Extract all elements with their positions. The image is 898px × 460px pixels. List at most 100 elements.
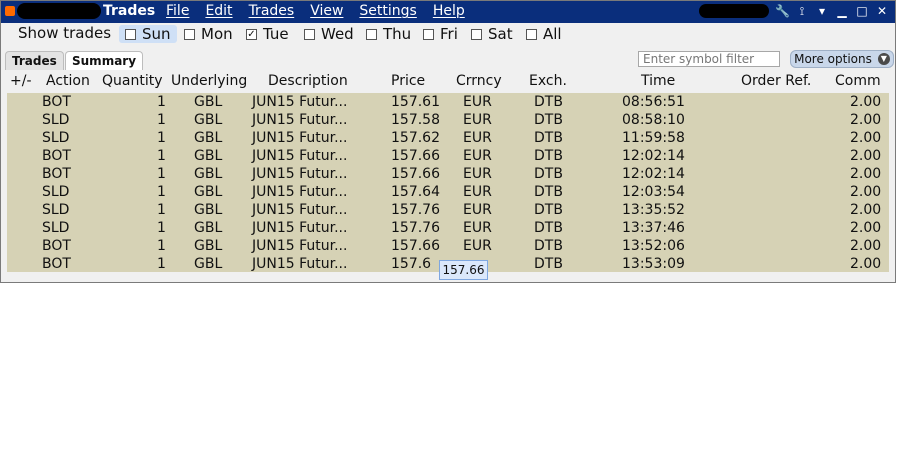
table-row[interactable]: SLD 1 GBL JUN15 Futur... 157.76 EUR DTB … (7, 219, 889, 237)
header-order-ref[interactable]: Order Ref. (741, 73, 811, 89)
table-row[interactable]: SLD 1 GBL JUN15 Futur... 157.64 EUR DTB … (7, 183, 889, 201)
cell-action: BOT (42, 256, 71, 272)
menu-file[interactable]: File (166, 3, 189, 19)
header-underlying[interactable]: Underlying (171, 73, 247, 89)
table-row[interactable]: SLD 1 GBL JUN15 Futur... 157.62 EUR DTB … (7, 129, 889, 147)
table-row[interactable]: SLD 1 GBL JUN15 Futur... 157.76 EUR DTB … (7, 201, 889, 219)
pin-icon[interactable]: ⟟ (795, 4, 809, 18)
table-row[interactable]: BOT 1 GBL JUN15 Futur... 157.61 EUR DTB … (7, 93, 889, 111)
menu-view[interactable]: View (310, 3, 343, 19)
cell-action: SLD (42, 184, 70, 200)
cell-underlying: GBL (194, 202, 223, 218)
cell-underlying: GBL (194, 112, 223, 128)
trades-window: Trades File Edit Trades View Settings He… (0, 0, 896, 283)
wrench-icon[interactable]: 🔧 (775, 4, 790, 18)
menu-help[interactable]: Help (433, 3, 465, 19)
cell-description: JUN15 Futur... (252, 112, 348, 128)
day-sun-option[interactable]: Sun (119, 25, 177, 43)
cell-time: 12:02:14 (622, 148, 685, 164)
day-tue-option[interactable]: ✓ Tue (246, 25, 289, 43)
more-options-button[interactable]: More options ▼ (790, 50, 894, 68)
day-all-option[interactable]: All (526, 25, 562, 43)
sat-checkbox[interactable] (471, 28, 482, 40)
cell-description: JUN15 Futur... (252, 94, 348, 110)
cell-exchange: DTB (534, 130, 563, 146)
dropdown-icon[interactable]: ▾ (815, 4, 829, 18)
cell-exchange: DTB (534, 184, 563, 200)
mon-checkbox[interactable] (184, 28, 195, 40)
more-options-label: More options (794, 52, 872, 66)
header-price[interactable]: Price (391, 73, 425, 89)
fri-checkbox[interactable] (423, 28, 434, 40)
cell-price: 157.62 (391, 130, 440, 146)
all-checkbox[interactable] (526, 28, 537, 40)
cell-comm: 2.00 (850, 94, 882, 110)
header-time[interactable]: Time (641, 73, 675, 89)
header-currency[interactable]: Crrncy (456, 73, 502, 89)
maximize-icon[interactable]: □ (855, 4, 869, 18)
cell-price: 157.64 (391, 184, 440, 200)
header-comm[interactable]: Comm (835, 73, 881, 89)
sun-checkbox[interactable] (125, 28, 136, 40)
day-mon-option[interactable]: Mon (184, 25, 233, 43)
header-quantity[interactable]: Quantity (102, 73, 163, 89)
cell-quantity: 1 (157, 184, 166, 200)
day-sat-option[interactable]: Sat (471, 25, 513, 43)
trades-table: BOT 1 GBL JUN15 Futur... 157.61 EUR DTB … (7, 93, 889, 272)
table-row[interactable]: BOT 1 GBL JUN15 Futur... 157.66 EUR DTB … (7, 165, 889, 183)
menu-bar: File Edit Trades View Settings Help (166, 3, 465, 19)
tue-label: Tue (263, 25, 289, 43)
table-row[interactable]: BOT 1 GBL JUN15 Futur... 157.66 EUR DTB … (7, 237, 889, 255)
header-action[interactable]: Action (46, 73, 90, 89)
cell-currency: EUR (463, 94, 492, 110)
table-row[interactable]: BOT 1 GBL JUN15 Futur... 157.66 EUR DTB … (7, 147, 889, 165)
menu-settings[interactable]: Settings (359, 3, 416, 19)
close-icon[interactable]: ✕ (875, 4, 889, 18)
cell-time: 13:37:46 (622, 220, 685, 236)
cell-description: JUN15 Futur... (252, 220, 348, 236)
cell-time: 11:59:58 (622, 130, 685, 146)
day-wed-option[interactable]: Wed (304, 25, 354, 43)
header-exchange[interactable]: Exch. (529, 73, 567, 89)
tab-summary[interactable]: Summary (65, 51, 144, 70)
cell-underlying: GBL (194, 94, 223, 110)
tue-checkbox[interactable]: ✓ (246, 28, 257, 40)
cell-price: 157.76 (391, 220, 440, 236)
thu-checkbox[interactable] (366, 28, 377, 40)
cell-exchange: DTB (534, 202, 563, 218)
minimize-icon[interactable]: ▁ (835, 4, 849, 18)
wed-checkbox[interactable] (304, 28, 315, 40)
menu-trades[interactable]: Trades (249, 3, 295, 19)
cell-description: JUN15 Futur... (252, 238, 348, 254)
cell-description: JUN15 Futur... (252, 202, 348, 218)
day-thu-option[interactable]: Thu (366, 25, 411, 43)
cell-underlying: GBL (194, 184, 223, 200)
day-fri-option[interactable]: Fri (423, 25, 458, 43)
cell-action: BOT (42, 94, 71, 110)
menu-edit[interactable]: Edit (205, 3, 232, 19)
cell-underlying: GBL (194, 166, 223, 182)
tab-trades[interactable]: Trades (5, 51, 64, 70)
cell-time: 08:56:51 (622, 94, 685, 110)
header-description[interactable]: Description (268, 73, 348, 89)
cell-action: BOT (42, 148, 71, 164)
cell-currency: EUR (463, 202, 492, 218)
cell-comm: 2.00 (850, 220, 882, 236)
header-plus-minus[interactable]: +/- (10, 73, 32, 89)
title-left: Trades (5, 3, 155, 19)
cell-comm: 2.00 (850, 202, 882, 218)
cell-quantity: 1 (157, 148, 166, 164)
sat-label: Sat (488, 25, 513, 43)
symbol-filter-input[interactable] (638, 51, 780, 67)
table-row[interactable]: SLD 1 GBL JUN15 Futur... 157.58 EUR DTB … (7, 111, 889, 129)
cell-quantity: 1 (157, 112, 166, 128)
show-trades-bar: Show trades Sun Mon ✓ Tue Wed Thu Fri Sa… (1, 23, 895, 45)
wed-label: Wed (321, 25, 354, 43)
cell-exchange: DTB (534, 166, 563, 182)
cell-description: JUN15 Futur... (252, 148, 348, 164)
cell-currency: EUR (463, 166, 492, 182)
app-icon (5, 6, 15, 16)
cell-price: 157.66 (391, 238, 440, 254)
cell-comm: 2.00 (850, 256, 882, 272)
redacted-area-right (699, 4, 769, 18)
